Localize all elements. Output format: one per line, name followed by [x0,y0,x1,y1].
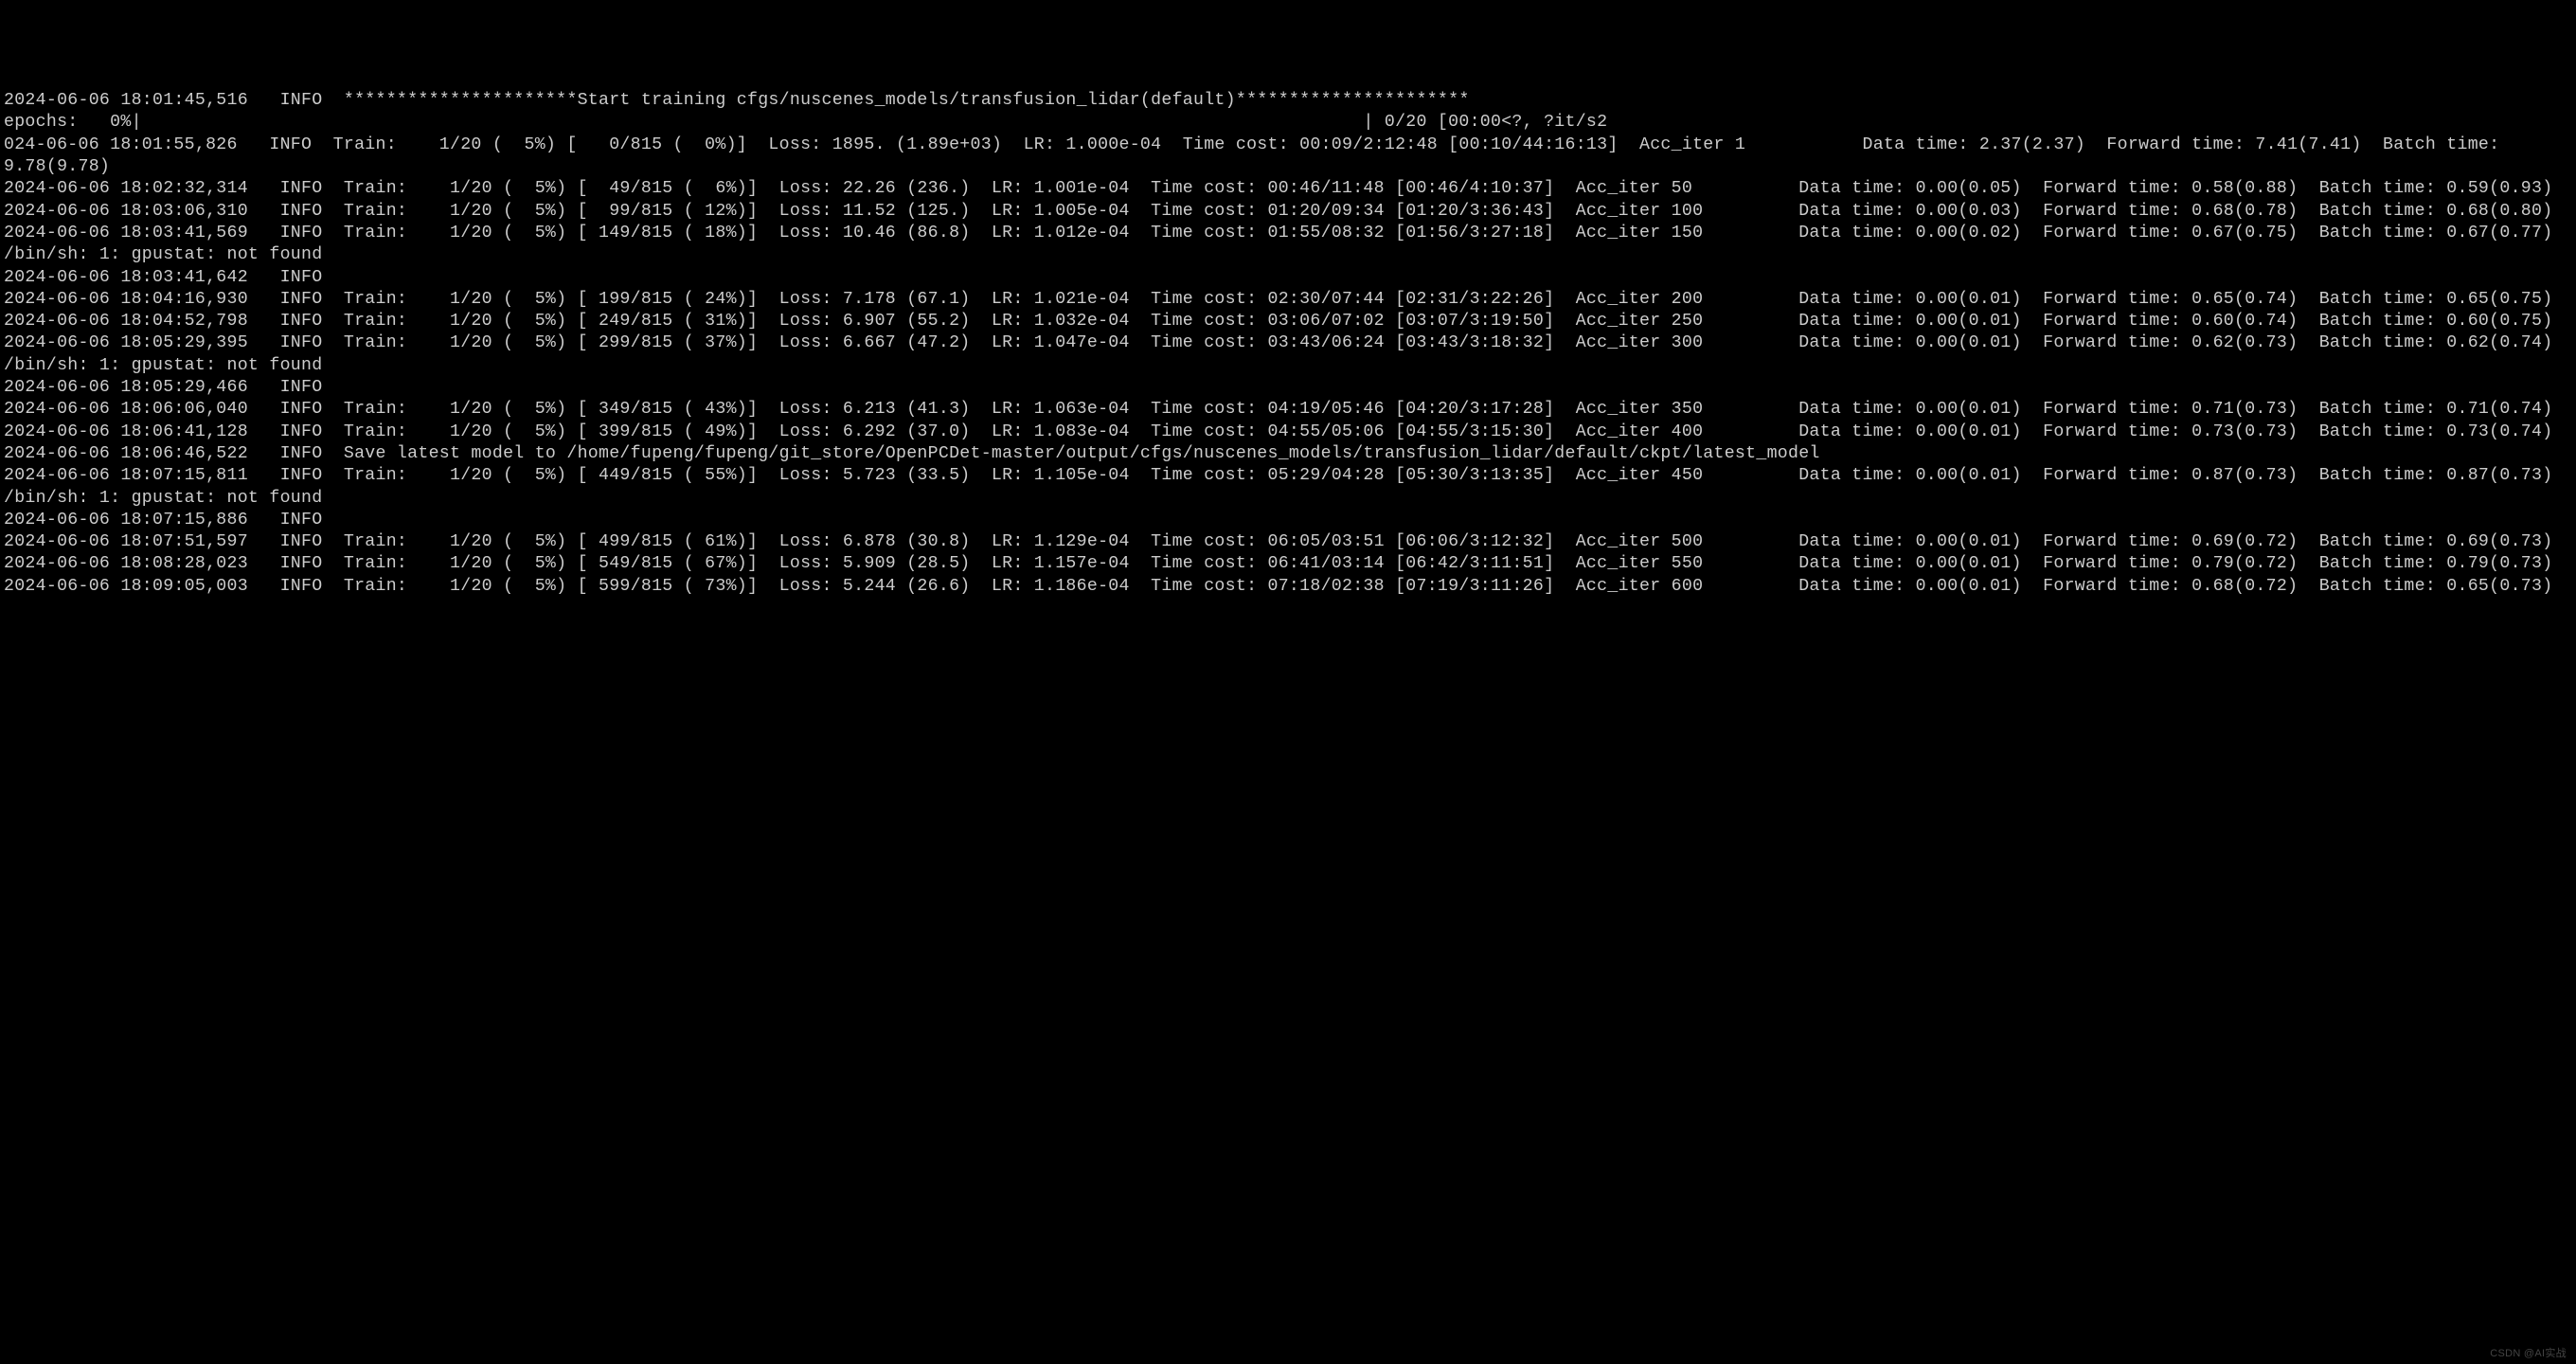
log-line: 2024-06-06 18:03:41,642 INFO [4,267,2572,289]
log-line: 2024-06-06 18:08:28,023 INFO Train: 1/20… [4,553,2572,575]
log-line: 2024-06-06 18:06:41,128 INFO Train: 1/20… [4,422,2572,443]
log-line: 2024-06-06 18:09:05,003 INFO Train: 1/20… [4,576,2572,598]
log-line: 2024-06-06 18:04:16,930 INFO Train: 1/20… [4,289,2572,311]
log-line: epochs: 0%| | 0/20 [00:00<?, ?it/s2 [4,112,2572,134]
log-line: 2024-06-06 18:02:32,314 INFO Train: 1/20… [4,178,2572,200]
log-line: 024-06-06 18:01:55,826 INFO Train: 1/20 … [4,135,2572,179]
log-line: 2024-06-06 18:07:15,811 INFO Train: 1/20… [4,465,2572,487]
log-line: 2024-06-06 18:06:06,040 INFO Train: 1/20… [4,399,2572,421]
log-line: 2024-06-06 18:05:29,395 INFO Train: 1/20… [4,332,2572,354]
terminal-output: 2024-06-06 18:01:45,516 INFO ***********… [4,90,2572,598]
log-line: 2024-06-06 18:07:15,886 INFO [4,510,2572,531]
log-line: 2024-06-06 18:07:51,597 INFO Train: 1/20… [4,531,2572,553]
log-line: 2024-06-06 18:04:52,798 INFO Train: 1/20… [4,311,2572,332]
log-line: 2024-06-06 18:01:45,516 INFO ***********… [4,90,2572,112]
log-line: 2024-06-06 18:05:29,466 INFO [4,377,2572,399]
log-line: /bin/sh: 1: gpustat: not found [4,244,2572,266]
watermark: CSDN @AI实战 [2490,1347,2567,1360]
log-line: /bin/sh: 1: gpustat: not found [4,488,2572,510]
log-line: 2024-06-06 18:03:06,310 INFO Train: 1/20… [4,201,2572,223]
log-line: 2024-06-06 18:06:46,522 INFO Save latest… [4,443,2572,465]
log-line: /bin/sh: 1: gpustat: not found [4,355,2572,377]
log-line: 2024-06-06 18:03:41,569 INFO Train: 1/20… [4,223,2572,244]
